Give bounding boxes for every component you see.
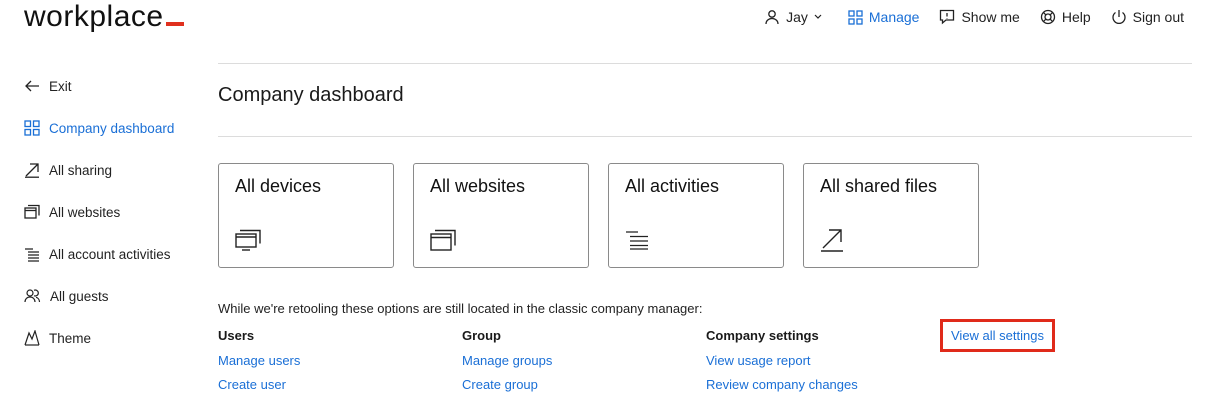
sidebar-item-all-sharing[interactable]: All sharing xyxy=(24,160,204,180)
card-title: All devices xyxy=(235,176,322,196)
grid-icon xyxy=(848,9,863,25)
view-all-settings-link[interactable]: View all settings xyxy=(940,319,1055,352)
group-column: Group Manage groups Create group xyxy=(462,327,552,393)
column-heading: Company settings xyxy=(706,328,819,343)
classic-manager-note: While we're retooling these options are … xyxy=(218,301,703,316)
list-lines-icon xyxy=(626,231,648,250)
dashboard-cards: All devices All websites All activities … xyxy=(218,163,998,268)
chat-icon xyxy=(940,9,955,25)
sidebar-item-label: Exit xyxy=(49,78,72,94)
logo-text: workplace xyxy=(24,0,164,33)
help-link[interactable]: Help xyxy=(1040,9,1091,25)
column-heading: Group xyxy=(462,328,501,343)
sidebar-item-label: All websites xyxy=(49,204,121,220)
share-arrow-icon xyxy=(821,229,843,252)
page-title: Company dashboard xyxy=(218,84,404,106)
sidebar-item-all-websites[interactable]: All websites xyxy=(24,202,204,222)
sidebar-item-label: All guests xyxy=(50,288,109,304)
sidebar-item-theme[interactable]: Theme xyxy=(24,328,204,348)
sidebar-item-company-dashboard[interactable]: Company dashboard xyxy=(24,118,204,138)
arrow-left-icon xyxy=(25,80,39,92)
show-me-label: Show me xyxy=(961,9,1020,25)
card-title: All shared files xyxy=(820,176,938,196)
company-settings-column: Company settings View usage report Revie… xyxy=(706,327,858,393)
card-all-shared-files[interactable]: All shared files xyxy=(803,163,979,268)
user-menu[interactable]: Jay xyxy=(764,9,828,25)
sidebar-item-all-account-activities[interactable]: All account activities xyxy=(24,244,204,264)
column-heading: Users xyxy=(218,328,255,343)
view-usage-report-link[interactable]: View usage report xyxy=(706,353,858,369)
monitor-icon xyxy=(235,229,261,251)
card-all-activities[interactable]: All activities xyxy=(608,163,784,268)
card-title: All websites xyxy=(430,176,526,196)
title-divider xyxy=(218,136,1192,137)
sidebar: Exit Company dashboard All sharing All w… xyxy=(24,76,204,370)
share-arrow-icon xyxy=(25,163,39,178)
user-icon xyxy=(765,10,779,25)
card-all-websites[interactable]: All websites xyxy=(413,163,589,268)
lifebuoy-icon xyxy=(1040,9,1055,25)
review-company-changes-link[interactable]: Review company changes xyxy=(706,377,858,393)
create-group-link[interactable]: Create group xyxy=(462,377,552,393)
top-navigation: Jay Manage Show me Help Sign out xyxy=(744,6,1184,28)
sign-out-link[interactable]: Sign out xyxy=(1111,9,1184,25)
manage-label: Manage xyxy=(868,9,920,25)
manage-groups-link[interactable]: Manage groups xyxy=(462,353,552,369)
top-divider xyxy=(218,63,1192,64)
sidebar-item-label: Company dashboard xyxy=(49,120,175,136)
card-title: All activities xyxy=(625,176,720,196)
create-user-link[interactable]: Create user xyxy=(218,377,300,393)
theme-icon xyxy=(24,330,40,346)
user-name: Jay xyxy=(786,9,808,25)
users-column: Users Manage users Create user xyxy=(218,327,300,393)
chevron-down-icon xyxy=(814,14,822,19)
sidebar-item-exit[interactable]: Exit xyxy=(24,76,204,96)
workplace-logo[interactable]: workplace xyxy=(24,0,184,34)
sidebar-item-label: Theme xyxy=(49,330,92,346)
list-lines-icon xyxy=(25,248,39,262)
guests-icon xyxy=(24,289,41,303)
windows-icon xyxy=(430,229,456,251)
power-icon xyxy=(1111,10,1126,24)
grid-icon xyxy=(24,120,40,136)
logo-underscore xyxy=(165,22,184,26)
sign-out-label: Sign out xyxy=(1132,9,1184,25)
windows-icon xyxy=(24,204,40,219)
manage-users-link[interactable]: Manage users xyxy=(218,353,300,369)
card-all-devices[interactable]: All devices xyxy=(218,163,394,268)
sidebar-item-all-guests[interactable]: All guests xyxy=(24,286,204,306)
sidebar-item-label: All sharing xyxy=(49,162,113,178)
help-label: Help xyxy=(1061,9,1091,25)
manage-link[interactable]: Manage xyxy=(848,9,920,25)
show-me-link[interactable]: Show me xyxy=(939,9,1020,25)
sidebar-item-label: All account activities xyxy=(49,246,171,262)
